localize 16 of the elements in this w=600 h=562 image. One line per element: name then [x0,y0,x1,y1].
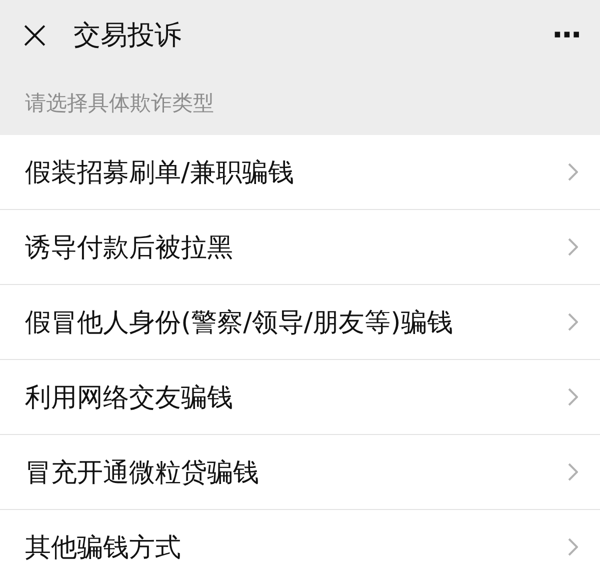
list-item[interactable]: 其他骗钱方式 [0,510,600,562]
close-icon[interactable]: × [18,15,52,55]
list-item[interactable]: 诱导付款后被拉黑 [0,210,600,285]
list-item[interactable]: 假装招募刷单/兼职骗钱 [0,135,600,210]
list-item[interactable]: 假冒他人身份(警察/领导/朋友等)骗钱 [0,285,600,360]
chevron-icon [568,238,578,256]
chevron-icon [568,163,578,181]
page-title: 交易投诉 [74,19,183,53]
list-item[interactable]: 冒充开通微粒贷骗钱 [0,435,600,510]
chevron-icon [568,463,578,481]
chevron-icon [568,388,578,406]
section-label: 请选择具体欺诈类型 [25,90,214,116]
list-item[interactable]: 利用网络交友骗钱 [0,360,600,435]
more-icon[interactable]: ··· [552,18,580,52]
chevron-icon [568,538,578,556]
chevron-icon [568,313,578,331]
